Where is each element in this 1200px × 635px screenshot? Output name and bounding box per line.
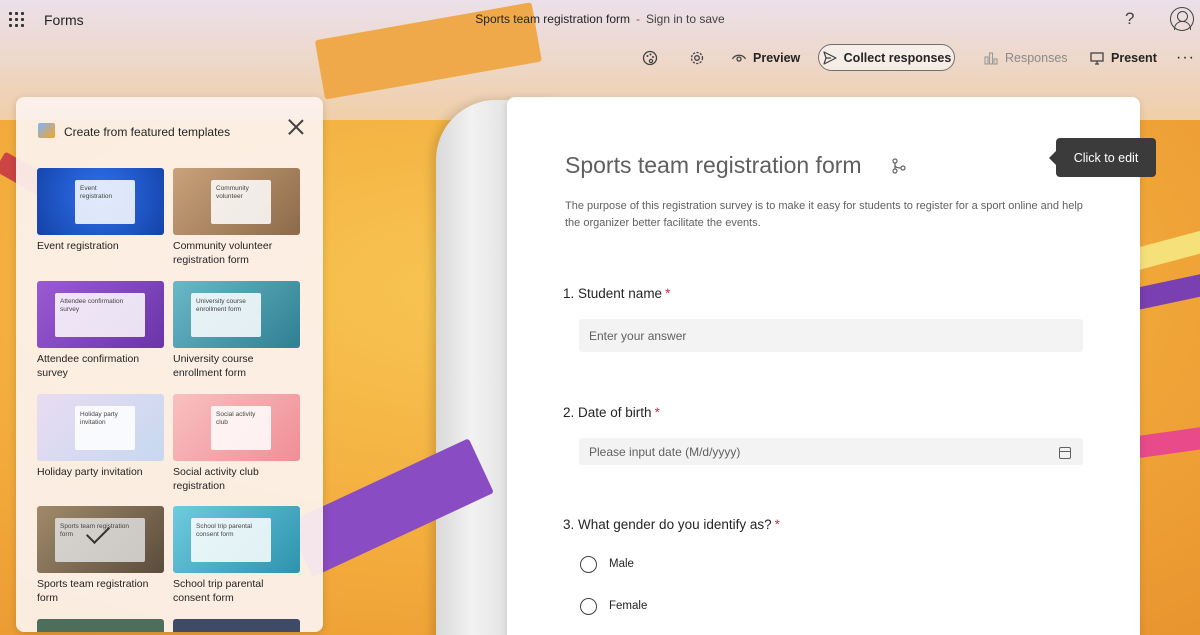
branching-icon[interactable] [891, 158, 907, 174]
panel-title: Create from featured templates [64, 125, 231, 139]
monitor-icon [1090, 52, 1104, 65]
template-thumbnail: Event registration [37, 168, 164, 235]
template-thumbnail: Community volunteer [173, 168, 300, 235]
template-thumbnail-caption: Social activity club [211, 406, 271, 450]
template-card-selected[interactable]: Sports team registration form Sports tea… [37, 506, 164, 605]
template-label: Sports team registration form [37, 578, 149, 604]
required-marker: * [654, 405, 660, 420]
template-card[interactable]: Holiday party invitation Holiday party i… [37, 394, 164, 479]
template-thumbnail-caption: Event registration [75, 180, 135, 224]
option-label-female[interactable]: Female [609, 600, 647, 612]
template-thumbnail-caption: University course enrollment form [191, 293, 261, 337]
question-label: 3. What gender do you identify as? [563, 517, 772, 532]
required-marker: * [665, 286, 671, 301]
bar-chart-icon [984, 52, 998, 65]
gear-icon [690, 51, 704, 65]
template-thumbnail-partial[interactable] [37, 619, 164, 632]
template-thumbnail: Holiday party invitation [37, 394, 164, 461]
template-thumbnail-caption: Holiday party invitation [75, 406, 135, 450]
question-title[interactable]: 1. Student name * [563, 286, 670, 301]
question-label: 2. Date of birth [563, 405, 652, 420]
date-of-birth-input[interactable]: Please input date (M/d/yyyy) [579, 438, 1083, 465]
question-label: 1. Student name [563, 286, 663, 301]
template-label: University course enrollment form [173, 353, 254, 379]
template-thumbnail-caption: Community volunteer [211, 180, 271, 224]
question-title[interactable]: 3. What gender do you identify as? * [563, 517, 780, 532]
templates-icon [38, 123, 55, 138]
click-to-edit-tooltip: Click to edit [1049, 138, 1156, 177]
collect-responses-label: Collect responses [843, 50, 952, 65]
eye-icon [731, 54, 747, 62]
template-thumbnail: Social activity club [173, 394, 300, 461]
preview-button[interactable]: Preview [731, 44, 800, 72]
calendar-icon[interactable] [1059, 447, 1071, 459]
template-label: School trip parental consent form [173, 578, 264, 604]
template-thumbnail: Attendee confirmation survey [37, 281, 164, 348]
toolbar: Preview Collect responses Responses Pres… [0, 44, 1200, 74]
responses-label: Responses [1005, 51, 1068, 65]
option-label-male[interactable]: Male [609, 558, 634, 570]
template-label: Community volunteer registration form [173, 240, 273, 266]
template-thumbnail: Sports team registration form [37, 506, 164, 573]
template-label: Social activity club registration [173, 466, 259, 492]
template-card[interactable]: Attendee confirmation survey Attendee co… [37, 281, 164, 380]
form-title[interactable]: Sports team registration form [565, 152, 862, 179]
featured-templates-panel: Create from featured templates Event reg… [16, 97, 323, 632]
template-thumbnail-caption: Attendee confirmation survey [55, 293, 145, 337]
account-avatar-icon[interactable] [1170, 7, 1194, 31]
date-placeholder: Please input date (M/d/yyyy) [589, 445, 741, 459]
question-title[interactable]: 2. Date of birth * [563, 405, 660, 420]
radio-male[interactable] [580, 556, 597, 573]
template-card[interactable]: Event registration Event registration [37, 168, 164, 253]
sign-in-to-save-link[interactable]: Sign in to save [646, 12, 725, 26]
radio-female[interactable] [580, 598, 597, 615]
panel-header: Create from featured templates [16, 97, 323, 157]
template-card[interactable]: School trip parental consent form School… [173, 506, 300, 605]
template-thumbnail-partial[interactable] [173, 619, 300, 632]
palette-icon [642, 50, 658, 66]
send-icon [823, 50, 837, 65]
student-name-input[interactable]: Enter your answer [579, 319, 1083, 352]
more-options-icon[interactable]: ··· [1176, 44, 1195, 72]
present-label: Present [1111, 51, 1157, 65]
template-thumbnail: University course enrollment form [173, 281, 300, 348]
top-bar: Forms Sports team registration form - Sign… [0, 0, 1200, 40]
collect-responses-button[interactable]: Collect responses [818, 44, 955, 71]
template-card[interactable]: University course enrollment form Univer… [173, 281, 300, 380]
form-description[interactable]: The purpose of this registration survey … [565, 198, 1085, 232]
theme-palette-button[interactable] [642, 44, 658, 72]
present-button[interactable]: Present [1089, 44, 1157, 72]
document-title-bar: Sports team registration form - Sign in to… [0, 12, 1200, 26]
close-icon[interactable] [288, 119, 304, 135]
responses-button[interactable]: Responses [983, 44, 1068, 72]
template-thumbnail-caption: School trip parental consent form [191, 518, 271, 562]
title-separator: - [636, 12, 640, 26]
form-editor-card: Sports team registration form The purpos… [507, 97, 1140, 635]
help-icon[interactable]: ? [1125, 9, 1134, 29]
template-label: Holiday party invitation [37, 466, 143, 478]
preview-label: Preview [753, 51, 801, 65]
settings-button[interactable] [689, 44, 705, 72]
template-label: Attendee confirmation survey [37, 353, 140, 379]
template-label: Event registration [37, 240, 119, 252]
document-title[interactable]: Sports team registration form [475, 12, 630, 26]
template-card[interactable]: Community volunteer Community volunteer … [173, 168, 300, 267]
template-card[interactable]: Social activity club Social activity clu… [173, 394, 300, 493]
template-thumbnail: School trip parental consent form [173, 506, 300, 573]
required-marker: * [774, 517, 780, 532]
